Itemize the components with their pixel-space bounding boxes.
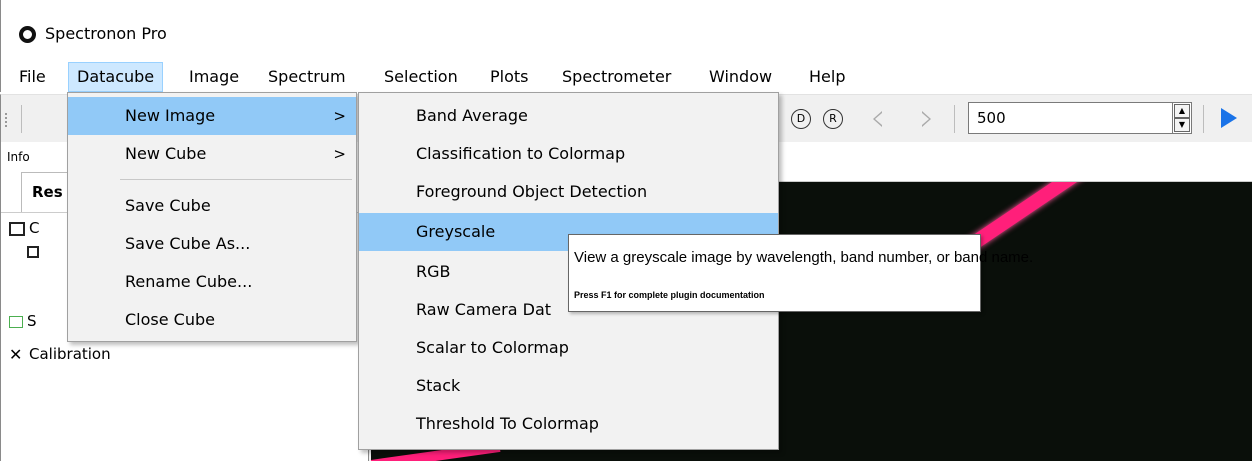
plugin-tooltip: View a greyscale image by wavelength, ba… bbox=[568, 234, 1033, 312]
menu-datacube[interactable]: Datacube bbox=[68, 62, 164, 92]
menu-item-classification-to-colormap[interactable]: Classification to Colormap bbox=[359, 135, 778, 173]
tree-cube-label: C bbox=[29, 219, 40, 237]
title-bar: Spectronon Pro bbox=[0, 0, 1252, 65]
tree-spectrum-label: S bbox=[27, 312, 37, 330]
menu-item-save-cube-as[interactable]: Save Cube As... bbox=[68, 225, 356, 263]
tree-item-spectrum[interactable]: S bbox=[9, 310, 37, 332]
menu-item-rename-cube[interactable]: Rename Cube... bbox=[68, 263, 356, 301]
tooltip-hint: Press F1 for complete plugin documentati… bbox=[574, 290, 765, 300]
chevron-right-icon: > bbox=[333, 145, 346, 163]
menu-bar: File Datacube Image Spectrum Selection P… bbox=[0, 62, 1252, 92]
spin-up-icon[interactable]: ▲ bbox=[1174, 104, 1190, 118]
app-logo-icon bbox=[19, 26, 36, 43]
toolbar-separator bbox=[1203, 105, 1204, 133]
r-button[interactable]: R bbox=[823, 109, 843, 129]
tree-item-cube[interactable]: C bbox=[9, 217, 39, 239]
play-icon[interactable] bbox=[1221, 108, 1237, 128]
tree-item-subcube[interactable] bbox=[27, 240, 43, 262]
previous-band-icon[interactable] bbox=[873, 111, 882, 127]
menu-spectrum[interactable]: Spectrum bbox=[260, 62, 354, 92]
spin-down-icon[interactable]: ▼ bbox=[1174, 118, 1190, 132]
info-label: Info bbox=[7, 150, 30, 164]
menu-plots[interactable]: Plots bbox=[482, 62, 537, 92]
menu-selection[interactable]: Selection bbox=[376, 62, 466, 92]
menu-item-stack[interactable]: Stack bbox=[359, 367, 778, 405]
menu-spectrometer[interactable]: Spectrometer bbox=[554, 62, 679, 92]
menu-item-label: New Cube bbox=[125, 144, 207, 163]
next-band-icon[interactable] bbox=[922, 111, 931, 127]
menu-item-band-average[interactable]: Band Average bbox=[359, 97, 778, 135]
menu-separator bbox=[120, 179, 352, 180]
menu-item-save-cube[interactable]: Save Cube bbox=[68, 187, 356, 225]
tree-item-calibration[interactable]: ✕ Calibration bbox=[9, 343, 111, 365]
chevron-right-icon: > bbox=[333, 107, 346, 125]
tree-calibration-label: Calibration bbox=[29, 345, 111, 363]
datacube-menu: New Image > New Cube > Save Cube Save Cu… bbox=[67, 92, 357, 342]
menu-window[interactable]: Window bbox=[701, 62, 780, 92]
menu-file[interactable]: File bbox=[11, 62, 54, 92]
cube-icon bbox=[27, 245, 39, 258]
band-spinner[interactable]: ▲ ▼ bbox=[1172, 102, 1192, 134]
band-value-input[interactable] bbox=[968, 102, 1176, 134]
toolbar-grip[interactable] bbox=[5, 113, 7, 127]
menu-help[interactable]: Help bbox=[801, 62, 853, 92]
menu-item-foreground-object-detection[interactable]: Foreground Object Detection bbox=[359, 173, 778, 211]
menu-item-new-image[interactable]: New Image > bbox=[68, 97, 356, 135]
menu-image[interactable]: Image bbox=[181, 62, 247, 92]
tools-icon: ✕ bbox=[9, 344, 23, 364]
window-title: Spectronon Pro bbox=[45, 24, 167, 43]
menu-item-threshold-to-colormap[interactable]: Threshold To Colormap bbox=[359, 405, 778, 443]
menu-item-close-cube[interactable]: Close Cube bbox=[68, 301, 356, 339]
menu-item-label: New Image bbox=[125, 106, 216, 125]
cube-icon bbox=[9, 221, 25, 236]
toolbar-separator bbox=[21, 105, 22, 133]
spectrum-icon bbox=[9, 315, 23, 328]
d-button[interactable]: D bbox=[791, 109, 811, 129]
menu-item-scalar-to-colormap[interactable]: Scalar to Colormap bbox=[359, 329, 778, 367]
toolbar-separator bbox=[954, 105, 955, 133]
menu-item-new-cube[interactable]: New Cube > bbox=[68, 135, 356, 173]
tooltip-text: View a greyscale image by wavelength, ba… bbox=[574, 249, 1034, 266]
